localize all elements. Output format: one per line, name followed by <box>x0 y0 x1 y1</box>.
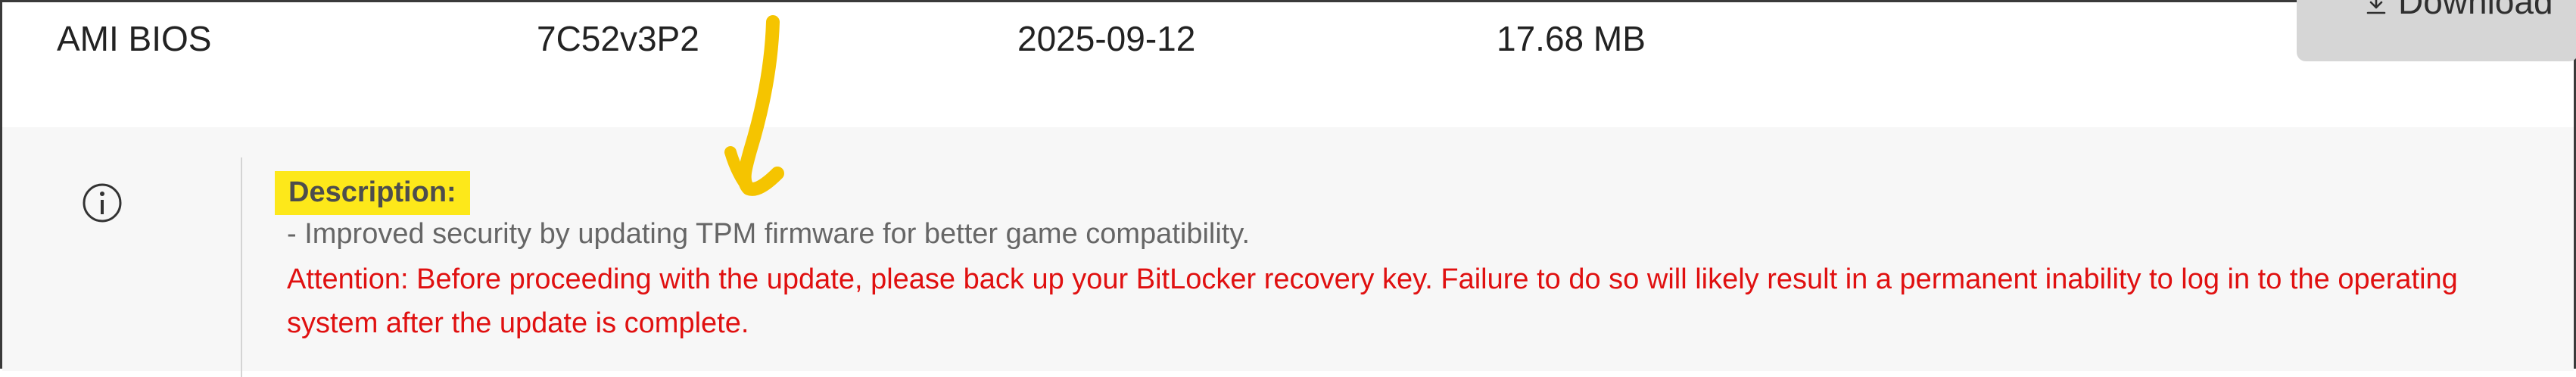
bios-version: 7C52v3P2 <box>537 19 699 58</box>
info-icon <box>83 183 122 223</box>
bios-size: 17.68 MB <box>1497 19 1646 58</box>
attention-warning: Attention: Before proceeding with the up… <box>287 263 2458 339</box>
description-panel: Description: - Improved security by upda… <box>2 127 2574 377</box>
bios-date: 2025-09-12 <box>1017 19 1196 58</box>
description-label: Description: <box>275 171 470 215</box>
download-button[interactable]: Download <box>2297 0 2576 61</box>
annotation-arrow <box>724 15 784 196</box>
bios-name: AMI BIOS <box>57 19 212 58</box>
download-icon <box>2366 0 2386 14</box>
panel-divider <box>241 157 242 377</box>
bios-row: AMI BIOS 7C52v3P2 2025-09-12 17.68 MB Do… <box>2 0 2576 127</box>
description-improvement: - Improved security by updating TPM firm… <box>287 218 1251 250</box>
download-label: Download <box>2398 0 2553 21</box>
